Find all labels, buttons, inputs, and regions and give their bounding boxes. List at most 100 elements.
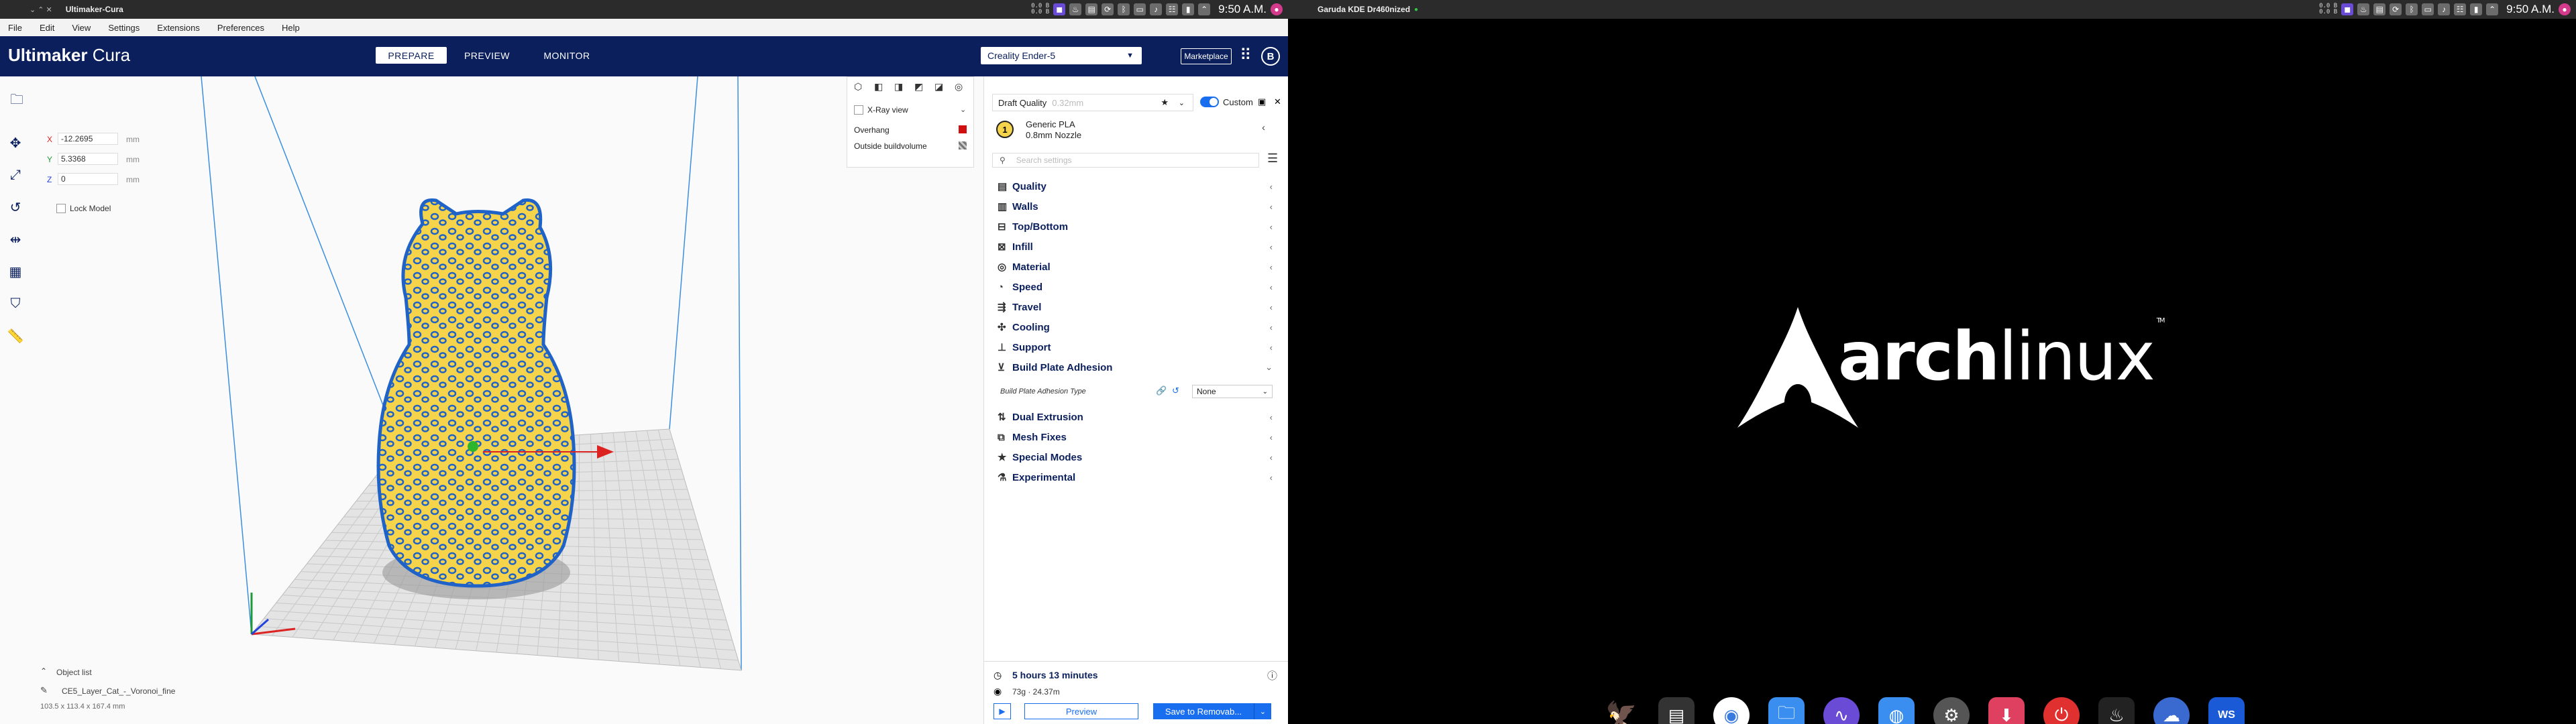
dock-terminal-icon[interactable]: ▤ bbox=[1658, 697, 1695, 724]
xray-checkbox[interactable] bbox=[854, 105, 863, 115]
save-options-dropdown[interactable]: ⌄ bbox=[1254, 703, 1271, 719]
per-model-settings-icon[interactable]: ▦ bbox=[5, 261, 25, 282]
x-field[interactable]: -12.2695 bbox=[58, 133, 118, 145]
battery-icon[interactable]: ▮ bbox=[2470, 3, 2483, 15]
apps-grid-icon[interactable]: ⠿ bbox=[1240, 46, 1252, 65]
steam-icon[interactable]: ♨ bbox=[1069, 3, 1082, 15]
view-left-icon[interactable]: ◩ bbox=[914, 81, 923, 93]
measure-tool-icon[interactable]: 📏 bbox=[5, 326, 25, 346]
save-to-removable-button[interactable]: Save to Removab... bbox=[1153, 703, 1254, 719]
tab-preview[interactable]: PREVIEW bbox=[453, 47, 521, 64]
close-icon[interactable]: ✕ bbox=[1274, 97, 1281, 107]
open-file-icon[interactable]: 🗀 bbox=[7, 91, 27, 111]
printer-selector[interactable]: Creality Ender-5 ▼ bbox=[981, 47, 1142, 64]
app-icon[interactable]: ◼ bbox=[2341, 3, 2354, 15]
lock-model-checkbox[interactable] bbox=[56, 204, 66, 213]
menu-file[interactable]: File bbox=[8, 23, 22, 33]
dock-audio-icon[interactable]: ∿ bbox=[1823, 697, 1860, 724]
chevron-down-icon[interactable]: ⌄ bbox=[960, 105, 966, 114]
save-profile-icon[interactable]: ▣ bbox=[1258, 97, 1266, 107]
view-front-icon[interactable]: ◧ bbox=[874, 81, 883, 93]
bluetooth-icon[interactable]: ᛒ bbox=[1118, 3, 1130, 15]
adhesion-type-select[interactable]: None ⌄ bbox=[1192, 385, 1273, 398]
dock-settings-icon[interactable]: ⚙ bbox=[1933, 697, 1970, 724]
menu-view[interactable]: View bbox=[72, 23, 91, 33]
menu-edit[interactable]: Edit bbox=[40, 23, 54, 33]
category-support[interactable]: ⊥ Support ‹ bbox=[998, 338, 1279, 357]
chevron-up-icon[interactable]: ⌃ bbox=[40, 666, 47, 676]
session-icon[interactable]: ● bbox=[2559, 3, 2571, 15]
clock[interactable]: 9:50 A.M. bbox=[1218, 3, 1267, 16]
window-controls-icon[interactable]: ⌄ ⌃ ✕ bbox=[30, 5, 52, 14]
menu-preferences[interactable]: Preferences bbox=[217, 23, 264, 33]
dock-steam-icon[interactable]: ♨ bbox=[2098, 697, 2135, 724]
link-icon[interactable]: 🔗 bbox=[1156, 385, 1167, 396]
z-field[interactable]: 0 bbox=[58, 173, 118, 185]
rotate-tool-icon[interactable]: ↺ bbox=[5, 197, 25, 217]
edit-name-icon[interactable]: ✎ bbox=[40, 685, 48, 696]
clipboard-icon[interactable]: ▤ bbox=[2373, 3, 2386, 15]
view-top-icon[interactable]: ◨ bbox=[894, 81, 903, 93]
volume-icon[interactable]: ♪ bbox=[1150, 3, 1163, 15]
settings-menu-icon[interactable]: ☰ bbox=[1267, 152, 1278, 166]
category-infill[interactable]: ⊠ Infill ‹ bbox=[998, 237, 1279, 256]
category-build-plate-adhesion[interactable]: ⊻ Build Plate Adhesion ⌄ bbox=[998, 358, 1279, 377]
clock[interactable]: 9:50 A.M. bbox=[2506, 3, 2555, 16]
update-icon[interactable]: ⟳ bbox=[1102, 3, 1114, 15]
network-icon[interactable]: ☷ bbox=[1166, 3, 1179, 15]
category-special-modes[interactable]: ★ Special Modes ‹ bbox=[998, 448, 1279, 467]
3d-viewport[interactable]: 🗀 ✥ ⤢ ↺ ⇹ ▦ ⛉ 📏 X -12.2695 mm Y 5.3368 m… bbox=[0, 76, 983, 724]
session-icon[interactable]: ● bbox=[1271, 3, 1283, 15]
tab-monitor[interactable]: MONITOR bbox=[530, 47, 604, 64]
menu-settings[interactable]: Settings bbox=[108, 23, 140, 33]
bluetooth-icon[interactable]: ᛒ bbox=[2406, 3, 2418, 15]
dock-power-icon[interactable]: ⏻ bbox=[2043, 697, 2080, 724]
steam-icon[interactable]: ♨ bbox=[2357, 3, 2370, 15]
camera-icon[interactable]: ◎ bbox=[955, 81, 963, 93]
category-cooling[interactable]: ✣ Cooling ‹ bbox=[998, 318, 1279, 337]
custom-toggle[interactable] bbox=[1200, 97, 1219, 107]
view-right-icon[interactable]: ◪ bbox=[934, 81, 943, 93]
category-walls[interactable]: ▥ Walls ‹ bbox=[998, 197, 1279, 216]
dock-software-icon[interactable]: ⬇ bbox=[1988, 697, 2025, 724]
move-tool-icon[interactable]: ✥ bbox=[5, 133, 25, 153]
menu-help[interactable]: Help bbox=[282, 23, 300, 33]
mirror-tool-icon[interactable]: ⇹ bbox=[5, 229, 25, 249]
dock-garuda-icon[interactable]: 🦅 bbox=[1603, 697, 1640, 724]
dock-files-icon[interactable]: 🗀 bbox=[1768, 697, 1805, 724]
profile-selector[interactable]: Draft Quality 0.32mm ★ ⌄ bbox=[992, 94, 1193, 111]
dock-chrome-icon[interactable]: ◉ bbox=[1713, 697, 1750, 724]
cat-model[interactable] bbox=[342, 197, 610, 613]
display-icon[interactable]: ▭ bbox=[1134, 3, 1146, 15]
marketplace-button[interactable]: Marketplace bbox=[1181, 48, 1232, 64]
network-icon[interactable]: ☷ bbox=[2454, 3, 2467, 15]
category-mesh-fixes[interactable]: ⧉ Mesh Fixes ‹ bbox=[998, 428, 1279, 446]
info-icon[interactable]: ⓘ bbox=[1267, 668, 1277, 682]
app-icon[interactable]: ◼ bbox=[1053, 3, 1066, 15]
expand-tray-icon[interactable]: ⌃ bbox=[2486, 3, 2499, 15]
battery-icon[interactable]: ▮ bbox=[1182, 3, 1195, 15]
display-icon[interactable]: ▭ bbox=[2422, 3, 2434, 15]
settings-search[interactable]: ⚲ Search settings bbox=[992, 153, 1259, 168]
slice-play-button[interactable]: ▶ bbox=[994, 703, 1011, 719]
category-quality[interactable]: ▤ Quality ‹ bbox=[998, 177, 1279, 196]
preview-button[interactable]: Preview bbox=[1024, 703, 1138, 719]
view-3d-icon[interactable]: ⬡ bbox=[854, 81, 862, 93]
object-list-toggle[interactable]: Object list bbox=[56, 668, 92, 677]
chevron-left-icon[interactable]: ‹ bbox=[1262, 122, 1265, 133]
reset-icon[interactable]: ↺ bbox=[1172, 385, 1179, 396]
dock-disk-icon[interactable]: ◍ bbox=[1878, 697, 1915, 724]
star-icon[interactable]: ★ bbox=[1161, 97, 1169, 108]
update-icon[interactable]: ⟳ bbox=[2390, 3, 2402, 15]
dock-webstorm-icon[interactable]: WS bbox=[2208, 697, 2245, 724]
dock-discord-icon[interactable]: ☁ bbox=[2153, 697, 2190, 724]
category-dual-extrusion[interactable]: ⇅ Dual Extrusion ‹ bbox=[998, 408, 1279, 426]
move-handle-arrow[interactable] bbox=[483, 438, 617, 465]
category-material[interactable]: ◎ Material ‹ bbox=[998, 257, 1279, 276]
desktop-wallpaper[interactable]: archlinux TM 🦅 ▤ ◉ 🗀 ∿ ◍ ⚙ ⬇ ⏻ ♨ ☁ WS bbox=[1288, 19, 2576, 724]
category-speed[interactable]: ◔ Speed ‹ bbox=[998, 278, 1279, 296]
account-avatar[interactable]: B bbox=[1261, 47, 1280, 66]
support-blocker-icon[interactable]: ⛉ bbox=[5, 294, 25, 314]
category-top-bottom[interactable]: ⊟ Top/Bottom ‹ bbox=[998, 217, 1279, 236]
tab-prepare[interactable]: PREPARE bbox=[376, 47, 447, 64]
